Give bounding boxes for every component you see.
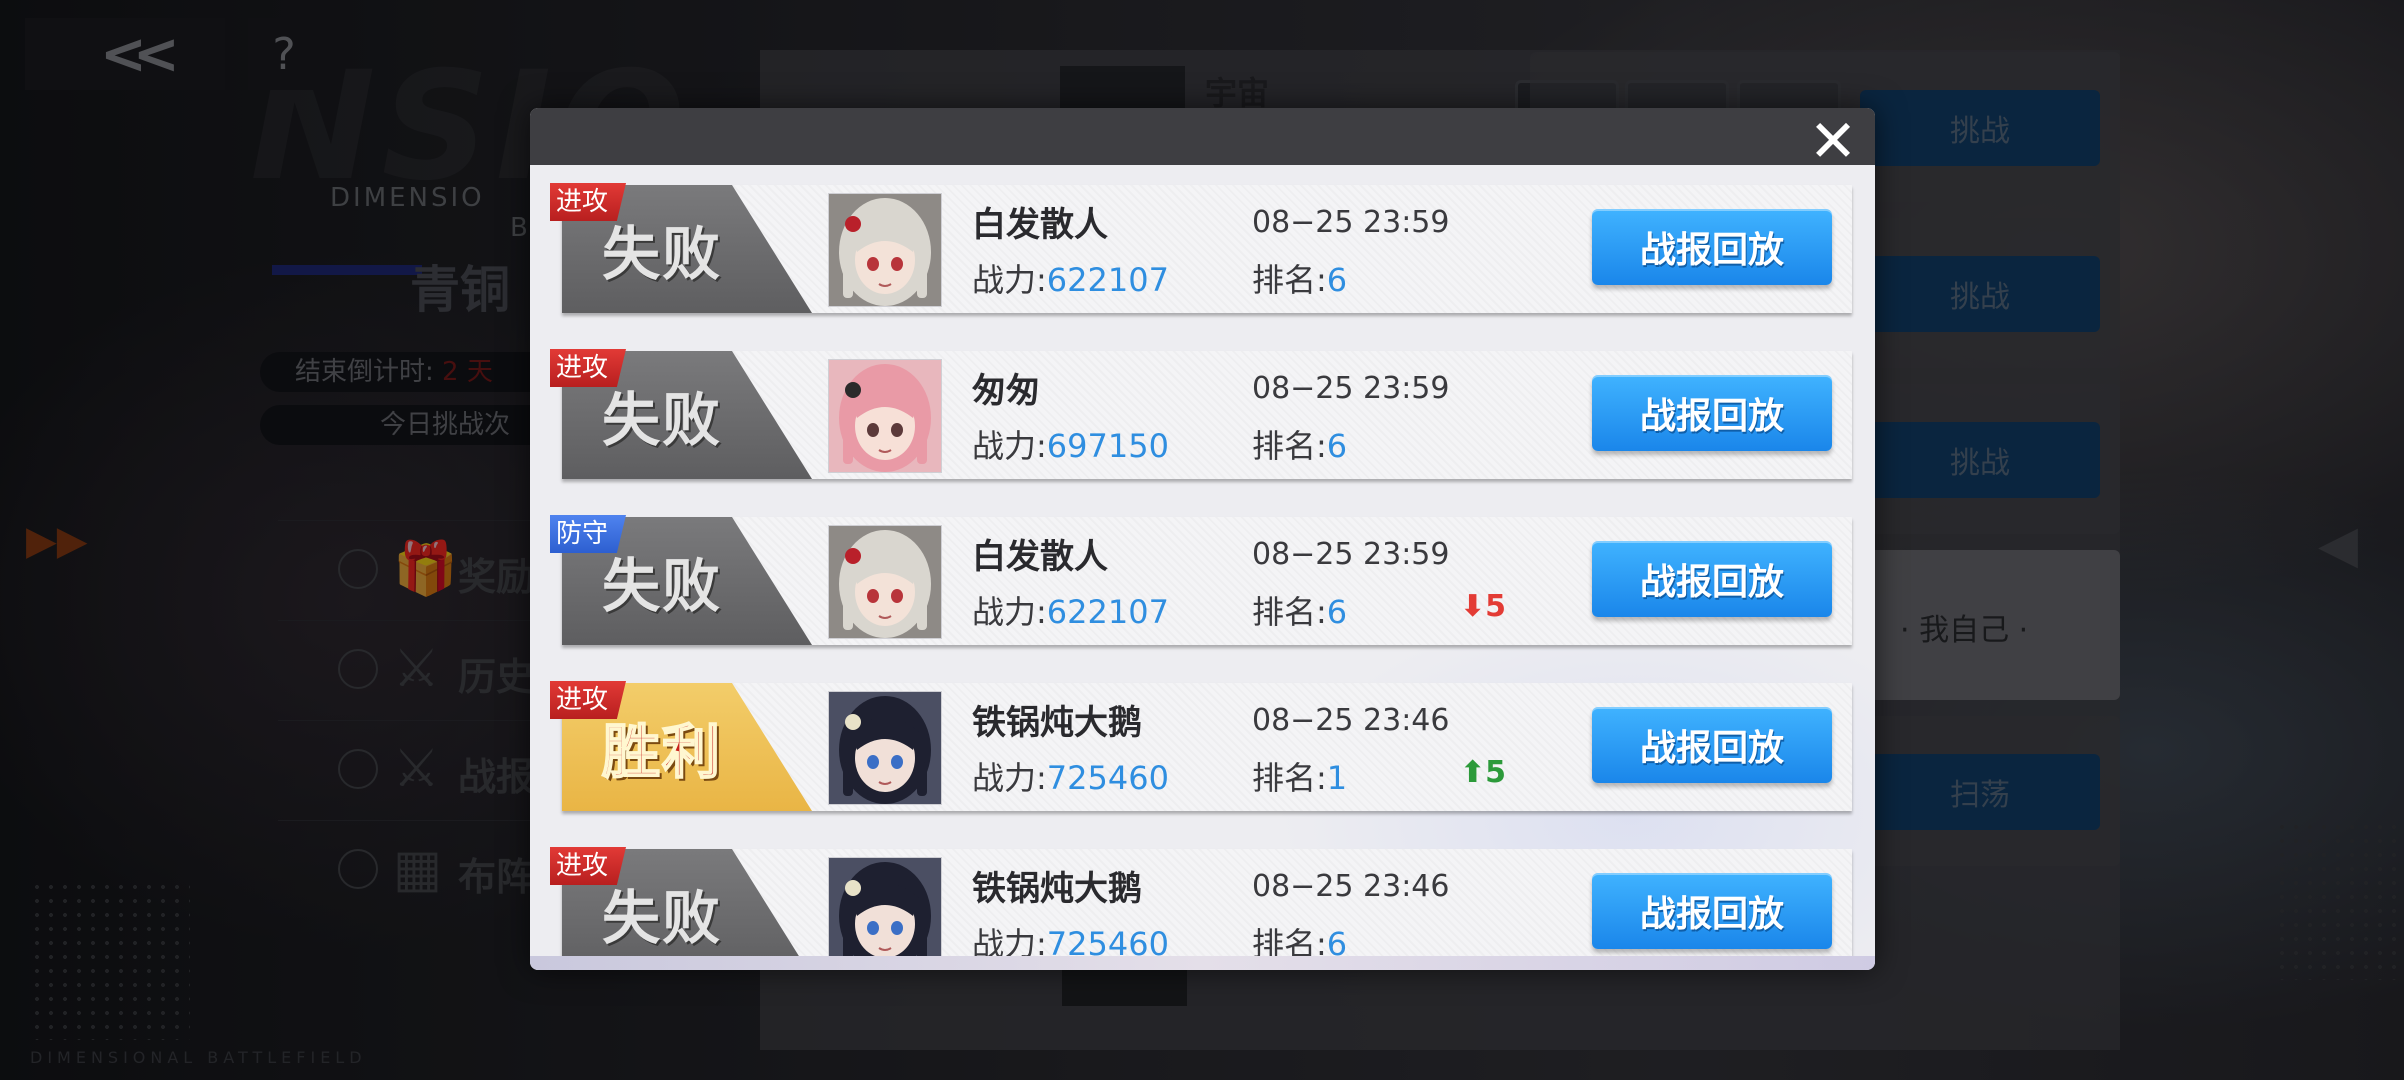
result-text: 失败 xyxy=(602,884,723,952)
battle-type-tag: 防守 xyxy=(550,515,627,553)
rank-value: 6 xyxy=(1326,261,1348,299)
replay-button[interactable]: 战报回放 xyxy=(1592,541,1832,617)
player-name: 铁锅炖大鹅 xyxy=(972,869,1142,909)
power-label: 战力:622107 xyxy=(972,261,1169,299)
modal-header: ✕ xyxy=(530,108,1875,170)
battle-type-tag: 进攻 xyxy=(550,183,627,221)
battle-record-row: 失败 进攻 铁锅炖大鹅 战力:725460 08−25 23:46 排名:6 战… xyxy=(550,847,1852,956)
battle-type-tag: 进攻 xyxy=(550,847,627,885)
result-text: 胜利 xyxy=(601,717,723,787)
replay-button[interactable]: 战报回放 xyxy=(1592,873,1832,949)
power-value: 725460 xyxy=(1046,759,1169,797)
close-button[interactable]: ✕ xyxy=(1805,112,1861,170)
player-name: 白发散人 xyxy=(972,205,1108,245)
rank-label: 排名:6 xyxy=(1252,261,1348,299)
rank-value: 6 xyxy=(1326,427,1348,465)
rank-value: 6 xyxy=(1326,925,1348,956)
record-list[interactable]: 失败 进攻 白发散人 战力:622107 08−25 23:59 排名:6 战报… xyxy=(530,165,1875,956)
battle-datetime: 08−25 23:59 xyxy=(1252,537,1450,572)
player-avatar[interactable] xyxy=(828,359,942,473)
power-label: 战力:725460 xyxy=(972,759,1169,797)
power-value: 725460 xyxy=(1046,925,1169,956)
power-label: 战力:725460 xyxy=(972,919,1169,956)
player-avatar[interactable] xyxy=(828,193,942,307)
battle-record-row: 失败 进攻 匆匆 战力:697150 08−25 23:59 排名:6 战报回放 xyxy=(550,349,1852,479)
power-label: 战力:622107 xyxy=(972,593,1169,631)
power-value: 622107 xyxy=(1046,593,1169,631)
player-name: 铁锅炖大鹅 xyxy=(972,703,1142,743)
power-value: 697150 xyxy=(1046,427,1169,465)
replay-button[interactable]: 战报回放 xyxy=(1592,375,1832,451)
result-text: 失败 xyxy=(602,552,723,620)
battle-type-tag: 进攻 xyxy=(550,681,627,719)
rank-change: ⬆5 xyxy=(1460,755,1507,790)
modal-footer-strip xyxy=(530,956,1875,970)
player-name: 匆匆 xyxy=(972,371,1040,411)
player-name: 白发散人 xyxy=(972,537,1108,577)
battle-type-tag: 进攻 xyxy=(550,349,627,387)
battle-datetime: 08−25 23:59 xyxy=(1252,371,1450,406)
rank-value: 1 xyxy=(1326,759,1348,797)
rank-value: 6 xyxy=(1326,593,1348,631)
result-text: 失败 xyxy=(602,386,723,454)
replay-button[interactable]: 战报回放 xyxy=(1592,209,1832,285)
battle-record-row: 失败 防守 白发散人 战力:622107 08−25 23:59 排名:6 ⬇5… xyxy=(550,515,1852,645)
result-text: 失败 xyxy=(602,220,723,288)
rank-label: 排名:6 xyxy=(1252,919,1347,956)
player-avatar[interactable] xyxy=(828,857,942,956)
rank-label: 排名:1 xyxy=(1252,759,1348,797)
battle-datetime: 08−25 23:46 xyxy=(1252,869,1450,904)
battle-record-row: 失败 进攻 白发散人 战力:622107 08−25 23:59 排名:6 战报… xyxy=(550,183,1852,313)
player-avatar[interactable] xyxy=(828,691,942,805)
power-value: 622107 xyxy=(1046,261,1169,299)
battle-report-modal: ✕ 失败 进攻 白发散人 战力:622107 08−25 23:59 排名:6 … xyxy=(530,108,1875,970)
rank-label: 排名:6 xyxy=(1252,593,1348,631)
battle-record-row: 胜利 进攻 铁锅炖大鹅 战力:725460 08−25 23:46 排名:1 ⬆… xyxy=(550,681,1852,811)
player-avatar[interactable] xyxy=(828,525,942,639)
rank-change: ⬇5 xyxy=(1460,589,1507,624)
replay-button[interactable]: 战报回放 xyxy=(1592,707,1832,783)
battle-datetime: 08−25 23:59 xyxy=(1252,205,1450,240)
power-label: 战力:697150 xyxy=(972,427,1169,465)
battle-datetime: 08−25 23:46 xyxy=(1252,703,1450,738)
rank-label: 排名:6 xyxy=(1252,427,1348,465)
